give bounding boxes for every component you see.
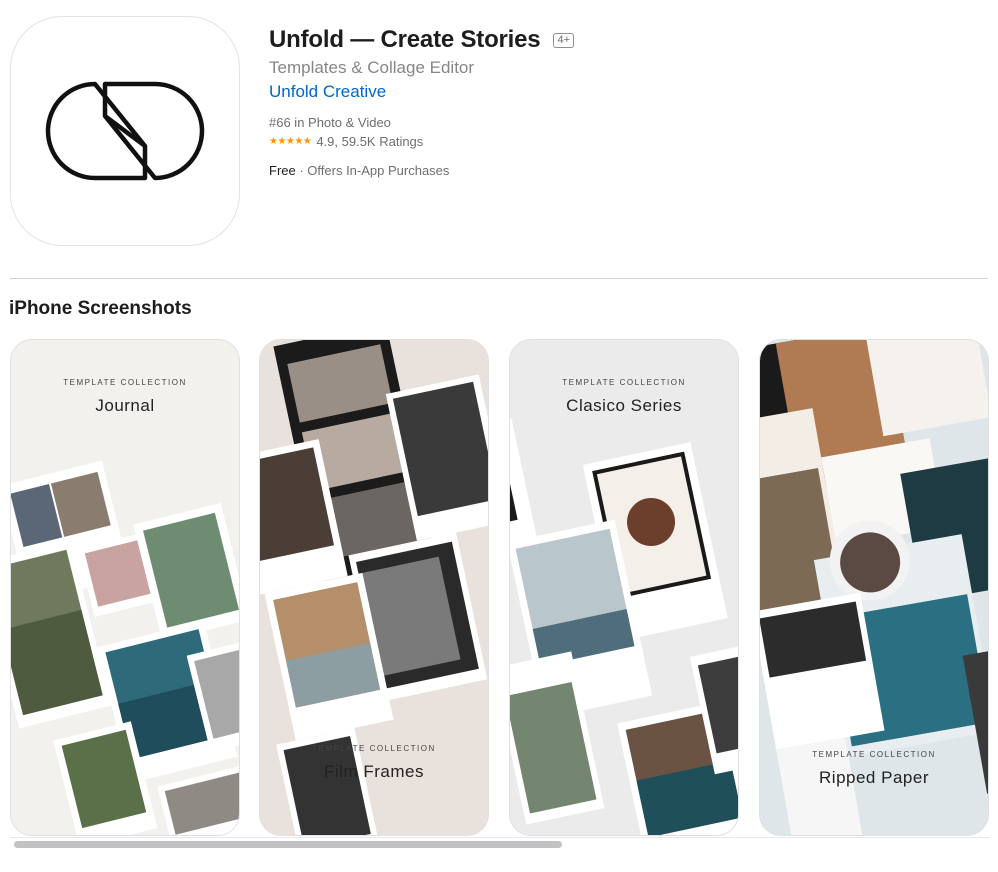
template-name: Ripped Paper (819, 768, 929, 787)
app-subtitle: Templates & Collage Editor (269, 58, 475, 77)
carousel-scrollbar-thumb[interactable] (14, 841, 562, 848)
category-rank[interactable]: #66 in Photo & Video (269, 115, 969, 130)
age-rating-badge: 4+ (553, 32, 574, 48)
screenshot-ripped-paper[interactable]: TEMPLATE COLLECTION Ripped Paper (759, 339, 989, 836)
film-frames-label: TEMPLATE COLLECTION Film Frames (260, 744, 488, 782)
app-icon (10, 16, 240, 246)
screenshot-clasico-series[interactable]: TEMPLATE COLLECTION Clasico Series (509, 339, 739, 836)
title-row: Unfold — Create Stories 4+ (269, 26, 969, 54)
price-label: Free (269, 163, 296, 178)
screenshots-carousel[interactable]: TEMPLATE COLLECTION Journal TEMPLATE COL… (10, 339, 990, 836)
price-separator: · (295, 163, 308, 178)
screenshot-journal[interactable]: TEMPLATE COLLECTION Journal (10, 339, 240, 836)
template-name: Film Frames (324, 762, 424, 781)
in-app-purchases-label: Offers In-App Purchases (307, 163, 450, 178)
template-collection-caption: TEMPLATE COLLECTION (812, 750, 936, 759)
template-collection-caption: TEMPLATE COLLECTION (562, 378, 686, 387)
app-title: Unfold — Create Stories (269, 26, 541, 53)
app-header: Unfold — Create Stories 4+ Templates & C… (269, 26, 969, 178)
section-divider (10, 278, 988, 279)
screenshots-section-title: iPhone Screenshots (9, 298, 192, 319)
ripped-paper-label: TEMPLATE COLLECTION Ripped Paper (760, 750, 988, 788)
template-collection-caption: TEMPLATE COLLECTION (312, 744, 436, 753)
star-rating-icon: ★★★★★ (269, 136, 312, 147)
journal-label: TEMPLATE COLLECTION Journal (11, 378, 239, 416)
developer-link[interactable]: Unfold Creative (269, 82, 386, 102)
unfold-logo-icon (45, 81, 205, 181)
screenshot-film-frames[interactable]: TEMPLATE COLLECTION Film Frames (259, 339, 489, 836)
rating-text: 4.9, 59.5K Ratings (316, 134, 424, 149)
template-name: Journal (95, 396, 155, 415)
rating-row: ★★★★★ 4.9, 59.5K Ratings (269, 134, 969, 149)
price-row: Free · Offers In-App Purchases (269, 163, 969, 178)
carousel-scrollbar[interactable] (10, 837, 990, 852)
template-collection-caption: TEMPLATE COLLECTION (63, 378, 187, 387)
template-name: Clasico Series (566, 396, 682, 415)
clasico-series-label: TEMPLATE COLLECTION Clasico Series (510, 378, 738, 416)
